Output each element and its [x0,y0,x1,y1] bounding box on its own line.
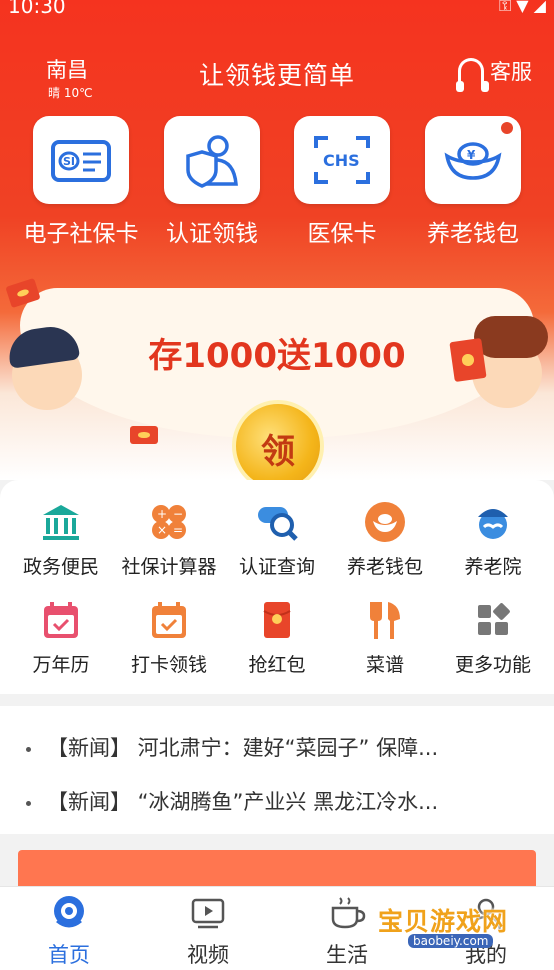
coin-label: 领 [261,432,295,472]
svg-text:×: × [157,523,167,537]
more-grid-icon [478,603,510,635]
quick-action-verify[interactable]: 认证领钱 [147,116,277,248]
home-icon [54,896,84,928]
service-nursing-home[interactable]: 养老院 [438,500,548,579]
cutlery-icon [370,602,400,639]
svg-text:SI: SI [63,155,75,168]
watermark-text: 宝贝游戏网 [378,907,509,936]
nav-home[interactable]: 首页 [19,893,119,969]
news-title: 【新闻】 河北肃宁：建好“菜园子” 保障... [47,736,439,760]
quick-action-label: 电子社保卡 [23,221,139,247]
service-label: 抢红包 [248,654,306,676]
service-label: 万年历 [32,654,90,676]
status-time: 10:30 [8,0,66,18]
service-pension-wallet[interactable]: 养老钱包 [330,500,440,579]
top-bar: 南昌 晴 10℃ 让领钱更简单 客服 [0,48,554,108]
service-red-envelope[interactable]: 抢红包 [222,598,332,677]
svg-text:CHS: CHS [323,151,360,170]
checkin-calendar-icon [152,602,186,638]
cup-icon [331,897,366,929]
government-building-icon [43,505,79,540]
status-bar: 10:30 ⚿ ▼ ◢ [8,0,546,18]
gold-ingot-icon: ¥ [444,142,502,180]
service-label: 养老钱包 [346,556,423,578]
promo-strip[interactable] [18,850,536,890]
promo-banner[interactable]: 存1000送1000 领 [0,277,554,480]
svg-text:+: + [157,507,167,521]
service-calendar[interactable]: 万年历 [6,598,116,677]
hero-header: 10:30 ⚿ ▼ ◢ 南昌 晴 10℃ 让领钱更简单 客服 SI 电子社保卡 [0,0,554,480]
site-watermark: 宝贝游戏网 baobeiy.com [378,890,528,960]
service-grid: 政务便民 + − × = 社保计算器 认证查询 养老钱包 养老院 万年历 打卡领… [0,480,554,694]
watermark-url: baobeiy.com [408,934,494,948]
quick-action-label: 医保卡 [307,221,377,247]
svg-text:=: = [173,523,183,537]
quick-action-pension-wallet[interactable]: ¥ 养老钱包 [408,116,538,248]
nav-label: 首页 [48,943,90,967]
service-label: 更多功能 [454,654,531,676]
service-recipes[interactable]: 菜谱 [330,598,440,677]
quick-action-label: 养老钱包 [427,221,519,247]
service-label: 菜谱 [365,654,404,676]
calendar-icon [44,602,78,638]
service-verify-query[interactable]: 认证查询 [222,500,332,579]
quick-action-label: 认证领钱 [166,221,258,247]
svg-text:−: − [173,507,183,521]
service-label: 社保计算器 [121,556,217,578]
red-envelope-icon [263,602,291,638]
service-label: 养老院 [464,556,522,578]
news-item[interactable]: 【新闻】 河北肃宁：建好“菜园子” 保障... [26,732,438,762]
headset-icon [456,58,484,92]
quick-action-social-card[interactable]: SI 电子社保卡 [16,116,146,248]
service-label: 政务便民 [22,556,99,578]
news-list: 【新闻】 河北肃宁：建好“菜园子” 保障... 【新闻】 “冰湖腾鱼”产业兴 黑… [0,706,554,834]
red-envelope-decoration [449,337,487,383]
quick-actions: SI 电子社保卡 认证领钱 CHS 医保卡 ¥ 养老钱包 [0,116,554,248]
wallet-ingot-icon [365,502,405,542]
video-icon [191,898,225,929]
quick-action-medical-card[interactable]: CHS 医保卡 [277,116,407,248]
svg-text:¥: ¥ [467,148,476,162]
identity-verify-icon [186,135,238,188]
news-title: 【新闻】 “冰湖腾鱼”产业兴 黑龙江冷水... [47,790,439,814]
calculator-icon: + − × = [152,505,186,539]
status-icons: ⚿ ▼ ◢ [499,0,546,15]
service-label: 认证查询 [238,556,315,578]
social-security-card-icon: SI [51,140,111,182]
service-checkin[interactable]: 打卡领钱 [114,598,224,677]
notification-dot [501,122,513,134]
nursing-home-icon [478,509,508,539]
customer-service-label: 客服 [490,60,532,84]
nav-label: 视频 [187,943,229,967]
service-label: 打卡领钱 [130,654,207,676]
service-more[interactable]: 更多功能 [438,598,548,677]
news-item[interactable]: 【新闻】 “冰湖腾鱼”产业兴 黑龙江冷水... [26,786,438,816]
service-calculator[interactable]: + − × = 社保计算器 [114,500,224,579]
search-query-icon [258,507,298,541]
customer-service-button[interactable]: 客服 [456,56,532,92]
service-government[interactable]: 政务便民 [6,500,116,579]
nav-video[interactable]: 视频 [158,893,258,969]
chs-medical-card-icon: CHS [314,136,370,184]
